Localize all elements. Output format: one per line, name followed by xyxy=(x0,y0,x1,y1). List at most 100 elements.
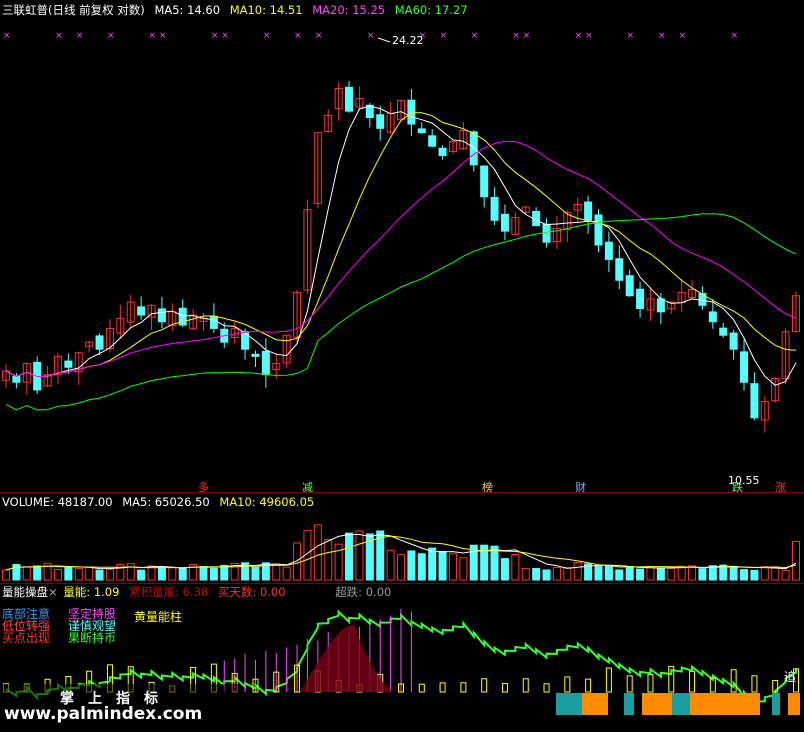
volume-bar xyxy=(760,566,769,581)
signal-x-mark: × xyxy=(679,31,687,41)
volume-bar xyxy=(625,566,634,581)
price-chart: × × × × × × × × × × × × × × × × × × × × × × × xyxy=(0,31,800,732)
volume-bar xyxy=(95,569,104,581)
candle-body xyxy=(417,128,426,134)
signal-x-mark: × xyxy=(440,31,448,41)
indicator-yellow-bar xyxy=(751,675,758,693)
volume-bar xyxy=(521,567,530,581)
candle-body xyxy=(656,298,665,313)
indicator-block xyxy=(582,693,608,715)
indicator-yellow-bar xyxy=(564,676,571,693)
ma20-line xyxy=(5,140,797,378)
candle-body xyxy=(261,350,270,376)
candle-body xyxy=(137,306,146,316)
indicator-panel-header: 量能操盘× 量能: 1.09 累积量能: 6.38 买天数: 0.00 超跌: … xyxy=(2,584,397,600)
indicator-close-button[interactable]: × xyxy=(48,585,58,599)
candle-body xyxy=(500,213,509,232)
indicator-block xyxy=(642,693,672,715)
signal-x-mark: × xyxy=(523,31,531,41)
volume-bar xyxy=(781,569,790,581)
volume-bar xyxy=(397,554,405,581)
volume-bar xyxy=(105,568,114,581)
indicator-yellow-bar xyxy=(481,678,488,693)
indicator-yellow-bar xyxy=(730,669,737,693)
signal-x-mark: × xyxy=(149,31,157,41)
indicator-yellow-bar xyxy=(460,682,467,693)
volume-bar xyxy=(604,565,613,581)
candle-body xyxy=(376,114,385,129)
candle-body xyxy=(542,223,551,243)
volume-bar xyxy=(157,567,166,581)
candle-body xyxy=(428,135,437,147)
candle-body xyxy=(615,258,624,281)
separator-main-volume xyxy=(0,492,804,493)
indicator-block xyxy=(788,693,800,715)
watermark-url: www.palmindex.com xyxy=(4,704,203,724)
indicator-yellow-bar xyxy=(626,675,633,693)
candle-body xyxy=(157,308,166,323)
maitian-readout: 买天数: 0.00 xyxy=(217,585,286,599)
volume-bar xyxy=(740,569,749,581)
volume-bar xyxy=(324,539,333,581)
signal-legend-mid: 坚定持股 谨慎观望 果断持币 xyxy=(68,608,116,644)
indicator-block xyxy=(556,693,582,715)
candle-body xyxy=(469,131,478,166)
volume-bar xyxy=(33,565,42,581)
volume-bar xyxy=(750,569,759,581)
signal-x-mark: × xyxy=(315,31,323,41)
indicator-yellow-bar xyxy=(522,678,529,693)
volume-bar xyxy=(532,567,541,581)
signal-x-mark: × xyxy=(367,31,375,41)
candle-body xyxy=(95,335,104,350)
indicator-yellow-bar xyxy=(689,670,696,693)
volume-bar xyxy=(511,553,520,581)
ma60-line xyxy=(5,213,797,411)
volume-bar xyxy=(677,565,686,581)
volume-bar xyxy=(417,553,426,581)
volume-bar xyxy=(428,547,437,581)
signal-x-mark: × xyxy=(575,31,583,41)
candle-body xyxy=(604,241,613,260)
indicator-yellow-bar xyxy=(543,683,550,693)
signal-x-mark: × xyxy=(263,31,271,41)
candle-body xyxy=(64,360,73,368)
zhui-label: 追 xyxy=(784,670,797,684)
volume-bar xyxy=(282,566,291,581)
high-leader xyxy=(377,37,391,43)
volume-bar xyxy=(126,563,135,581)
volume-bar xyxy=(345,532,354,581)
signal-x-mark: × xyxy=(627,31,635,41)
volume-bar xyxy=(771,566,780,581)
signal-x-mark: × xyxy=(107,31,115,41)
candle-body xyxy=(584,201,593,221)
candle-body xyxy=(438,147,447,156)
volume-bar xyxy=(2,569,10,581)
volume-bar xyxy=(209,568,218,581)
candle-body xyxy=(719,327,728,336)
high-price-label: 24.22 xyxy=(392,34,424,47)
indicator-block xyxy=(690,693,760,715)
candle-body xyxy=(241,331,250,350)
candle-body xyxy=(12,375,21,383)
volume-ma5-readout: MA5: 65026.50 xyxy=(122,495,210,509)
signal-legend-left: 底部注意 低位转强 买点出现 xyxy=(2,608,50,644)
volume-panel-header: VOLUME: 48187.00 MA5: 65026.50 MA10: 496… xyxy=(2,494,320,510)
indicator-yellow-bar xyxy=(501,683,508,693)
signal-x-mark: × xyxy=(731,31,739,41)
volume-bar xyxy=(85,566,94,581)
candle-body xyxy=(345,86,354,112)
volume-bar xyxy=(615,569,624,581)
volume-bar xyxy=(573,562,582,581)
volume-bar xyxy=(552,567,561,581)
volume-bar xyxy=(438,551,447,581)
signal-x-mark: × xyxy=(294,31,302,41)
volume-bar xyxy=(688,565,697,581)
volume-bar xyxy=(667,567,676,581)
volume-ma10-line xyxy=(5,535,797,571)
volume-bar xyxy=(646,566,655,581)
volume-bar xyxy=(251,566,260,581)
indicator-yellow-bar xyxy=(585,678,592,693)
candle-body xyxy=(480,165,489,198)
volume-ma5-line xyxy=(5,534,797,571)
signal-x-mark: × xyxy=(55,31,63,41)
